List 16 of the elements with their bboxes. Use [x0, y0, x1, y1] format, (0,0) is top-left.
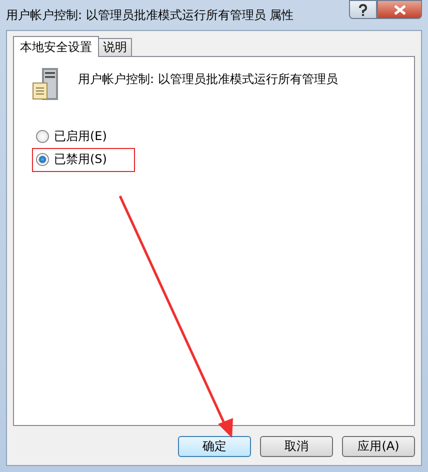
server-icon: [32, 67, 60, 101]
radio-label: 已禁用(S): [54, 151, 107, 168]
radio-button[interactable]: [36, 130, 49, 143]
ok-button[interactable]: 确定: [178, 436, 251, 457]
close-icon: [394, 4, 406, 14]
tab[interactable]: 本地安全设置: [13, 36, 99, 57]
apply-button[interactable]: 应用(A): [342, 436, 415, 457]
close-button[interactable]: [377, 0, 422, 19]
policy-name: 用户帐户控制: 以管理员批准模式运行所有管理员: [78, 71, 338, 88]
help-button[interactable]: [349, 0, 377, 19]
radio-button[interactable]: [36, 153, 49, 166]
radio-label: 已启用(E): [54, 128, 107, 145]
window-title: 用户帐户控制: 以管理员批准模式运行所有管理员 属性: [6, 6, 294, 24]
question-mark-icon: [358, 4, 368, 16]
tab[interactable]: 说明: [98, 38, 132, 56]
cancel-button[interactable]: 取消: [260, 436, 333, 457]
